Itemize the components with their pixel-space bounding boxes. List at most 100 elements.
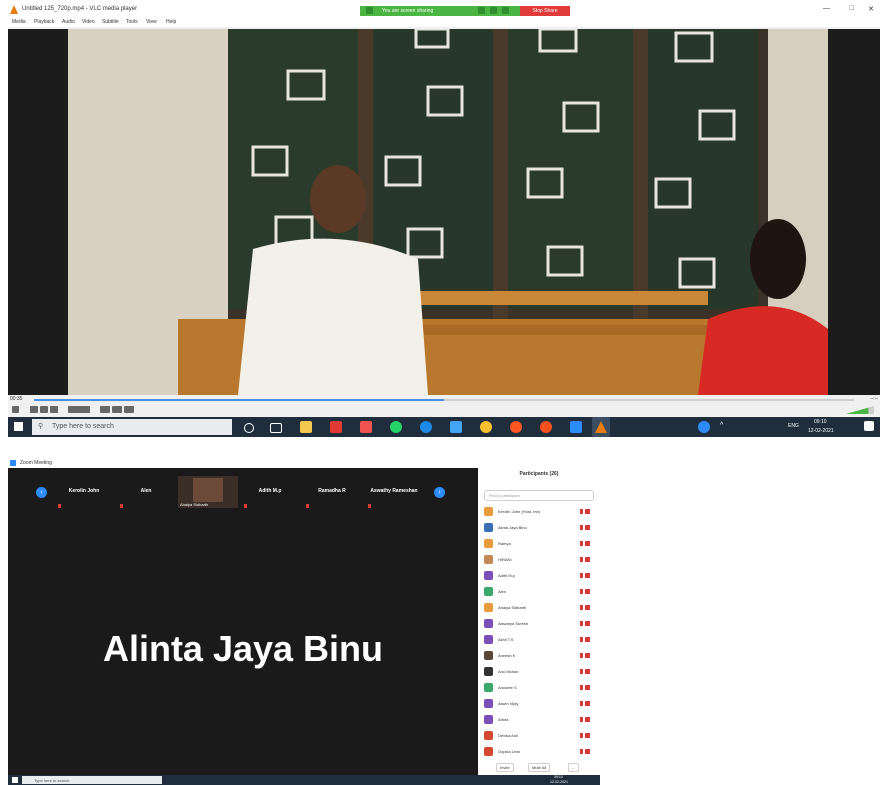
invite-button[interactable]: Invite [496,763,514,772]
clock-date[interactable]: 12-02-2021 [550,780,568,784]
participant-row[interactable]: Aneesh K [484,648,594,662]
seek-slider[interactable] [34,399,854,401]
participant-avatar [484,699,493,708]
cortana-icon[interactable] [244,423,254,433]
participant-name: Alen [498,589,507,594]
store-icon[interactable] [450,421,462,433]
more-button[interactable]: ... [568,763,580,772]
participant-row[interactable]: Alinta Jaya Binu [484,520,594,534]
tray-chevron-icon[interactable]: ^ [720,422,723,429]
muted-mic-icon [306,504,309,508]
close-icon[interactable]: ✕ [868,5,874,13]
language-indicator[interactable]: ENG [788,423,799,429]
thumbnail-tile-video[interactable]: Ahalya Sidharth [178,476,238,508]
participant-row[interactable]: Ramya [484,536,594,550]
thumbnail-name: Aswathy Rameshan [370,488,418,494]
participant-avatar [484,731,493,740]
menu-playback[interactable]: Playback [34,19,54,25]
taskbar-search-box[interactable]: ⚲ Type here to search [32,419,232,435]
clock-date[interactable]: 12-02-2021 [808,428,834,434]
time-elapsed: 00:35 [10,396,23,402]
menu-subtitle[interactable]: Subtitle [102,19,119,25]
loop-icon[interactable] [112,406,122,413]
mic-video-off-icon [580,685,590,690]
thumbnail-tile[interactable]: Ramadha R [302,476,362,508]
zoom-tray-icon[interactable] [698,421,710,433]
participant-avatar [484,571,493,580]
participant-row[interactable]: Ahalya Sidharth [484,600,594,614]
playlist-icon[interactable] [100,406,110,413]
task-view-icon[interactable] [270,423,282,433]
mic-video-off-icon [580,669,590,674]
browser-icon[interactable] [510,421,522,433]
pause-icon[interactable] [12,406,19,413]
menu-view[interactable]: View [146,19,157,25]
mic-video-off-icon [580,621,590,626]
thumbnail-tile[interactable]: Alen [116,476,176,508]
participant-row[interactable]: Gopika Unni [484,744,594,758]
participant-row[interactable]: Aiswarya Suresh [484,616,594,630]
pause-share-icon[interactable] [478,7,485,14]
previous-icon[interactable] [30,406,38,413]
clock-time[interactable]: 09:10 [814,419,827,425]
annotate-icon[interactable] [490,7,497,14]
participant-name: Aswin Vijay [498,701,519,706]
participant-row[interactable]: Anu Mohan [484,664,594,678]
notifications-icon[interactable] [864,421,874,431]
mic-video-off-icon [580,589,590,594]
participant-row[interactable]: Akhil T.S [484,632,594,646]
participant-row[interactable]: Adith M.p [484,568,594,582]
zoom-taskbar-icon[interactable] [570,421,582,433]
mic-video-off-icon [580,749,590,754]
next-icon[interactable] [50,406,58,413]
chrome-icon[interactable] [480,421,492,433]
shuffle-icon[interactable] [124,406,134,413]
fullscreen-icon[interactable] [68,406,90,413]
more-options-icon[interactable] [502,7,509,14]
windows-start-icon[interactable] [12,777,18,783]
participant-row[interactable]: Devika Anil [484,728,594,742]
menu-audio[interactable]: Audio [62,19,75,25]
participant-name: Anu Mohan [498,669,519,674]
muted-mic-icon [120,504,123,508]
menu-video[interactable]: Video [82,19,95,25]
next-page-button[interactable]: › [434,487,445,498]
thumbnail-tile[interactable]: Kerolin John [54,476,114,508]
file-explorer-icon[interactable] [300,421,312,433]
video-frame[interactable] [8,29,880,395]
windows-start-icon[interactable] [14,422,23,431]
thumbnail-tile[interactable]: Adith M.p [240,476,300,508]
participant-row[interactable]: Anusree S [484,680,594,694]
stop-share-button[interactable]: Stop Share [520,6,570,16]
whatsapp-icon[interactable] [390,421,402,433]
menu-tools[interactable]: Tools [126,19,138,25]
participant-row[interactable]: HIRANI [484,552,594,566]
participant-name: Athira [498,717,509,722]
participant-name: Aiswarya Suresh [498,621,529,626]
maximize-icon[interactable]: □ [850,5,854,12]
vlc-taskbar-icon-active[interactable] [592,417,610,437]
firefox-icon[interactable] [540,421,552,433]
edge-icon[interactable] [420,421,432,433]
minimize-icon[interactable]: — [823,5,830,12]
participant-row[interactable]: Athira [484,712,594,726]
prev-page-button[interactable]: ‹ [36,487,47,498]
participant-name: Devika Anil [498,733,518,738]
participant-row[interactable]: Kerolin John (Host, me) [484,504,594,518]
app-icon[interactable] [360,421,372,433]
menu-media[interactable]: Media [12,19,26,25]
participant-avatar [484,603,493,612]
participant-row[interactable]: Aswin Vijay [484,696,594,710]
office-icon[interactable] [330,421,342,433]
volume-slider[interactable] [846,406,874,414]
clock-time[interactable]: 09:10 [554,775,563,779]
stop-icon[interactable] [40,406,48,413]
seek-progress [34,399,444,401]
mute-all-button[interactable]: Mute All [528,763,551,772]
taskbar-search-box[interactable]: Type here to search [22,776,162,784]
participant-row[interactable]: Alen [484,584,594,598]
thumbnail-tile[interactable]: Aswathy Rameshan [364,476,424,508]
participant-search-input[interactable]: Find a participant [484,490,594,501]
menu-help[interactable]: Help [166,19,176,25]
participant-thumbnails: ‹ Kerolin John Alen Ahalya Sidharth Adit… [8,476,478,508]
